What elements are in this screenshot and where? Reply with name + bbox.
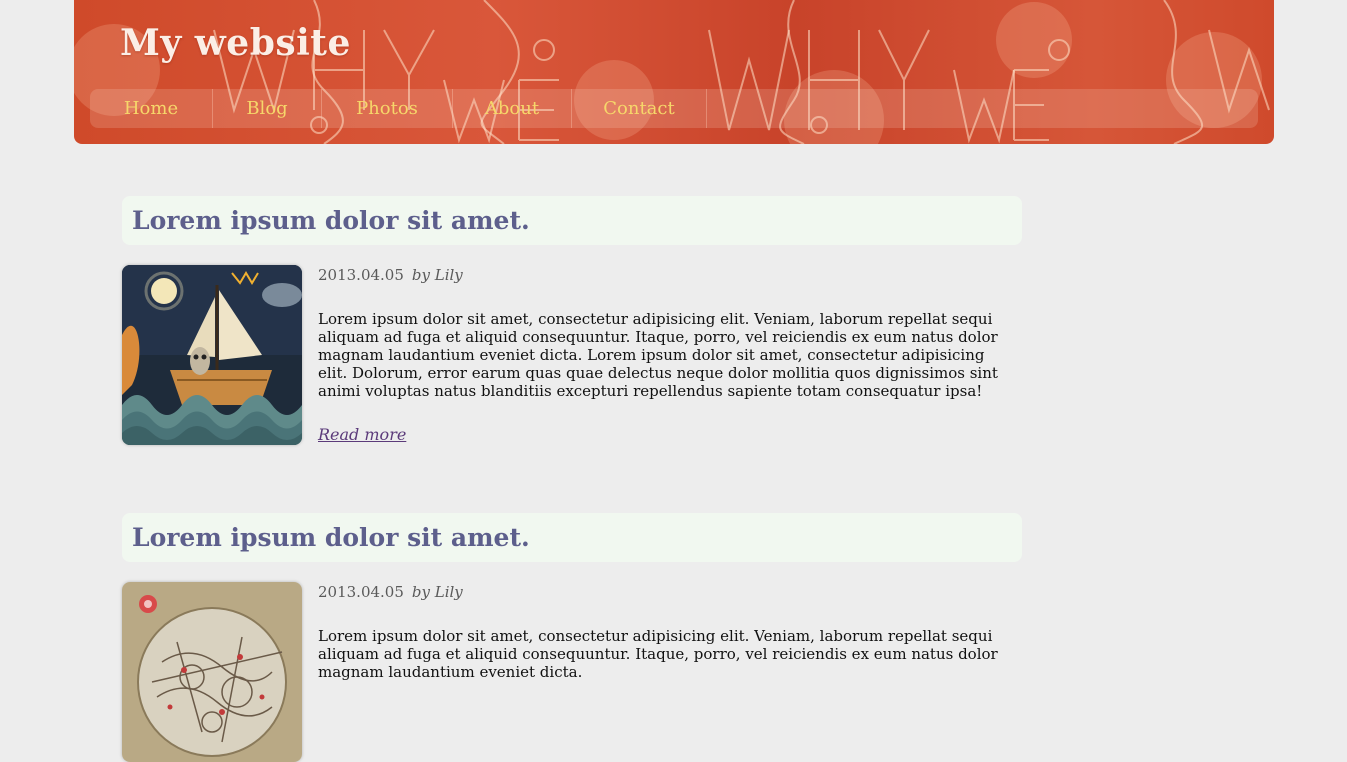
- site-title: My website: [120, 22, 351, 64]
- read-more-link[interactable]: Read more: [318, 425, 406, 444]
- post-date: 2013.04.05: [318, 266, 404, 284]
- post-author: by Lily: [411, 266, 463, 284]
- nav-item-photos[interactable]: Photos: [322, 89, 453, 128]
- nav-item-blog[interactable]: Blog: [213, 89, 322, 128]
- post-date: 2013.04.05: [318, 583, 404, 601]
- blog-post: Lorem ipsum dolor sit amet. 2013.04.05 by…: [122, 196, 1022, 456]
- post-excerpt: Lorem ipsum dolor sit amet, consectetur …: [318, 627, 998, 681]
- nav-item-home[interactable]: Home: [90, 89, 213, 128]
- post-title[interactable]: Lorem ipsum dolor sit amet.: [122, 196, 1022, 245]
- ship-illustration-image: [122, 265, 302, 445]
- post-author: by Lily: [411, 583, 463, 601]
- main-nav: Home Blog Photos About Contact: [90, 89, 1258, 128]
- site-header: My website Home Blog Photos About Contac…: [74, 0, 1274, 144]
- blog-post: Lorem ipsum dolor sit amet. 2013.04.05 b…: [122, 513, 1022, 762]
- post-title[interactable]: Lorem ipsum dolor sit amet.: [122, 513, 1022, 562]
- post-meta: 2013.04.05 by Lily: [318, 583, 463, 601]
- nav-item-about[interactable]: About: [453, 89, 572, 128]
- post-excerpt: Lorem ipsum dolor sit amet, consectetur …: [318, 310, 998, 400]
- post-meta: 2013.04.05 by Lily: [318, 266, 463, 284]
- collage-illustration-image: [122, 582, 302, 762]
- post-thumbnail[interactable]: [122, 265, 302, 445]
- post-thumbnail[interactable]: [122, 582, 302, 762]
- nav-item-contact[interactable]: Contact: [572, 89, 707, 128]
